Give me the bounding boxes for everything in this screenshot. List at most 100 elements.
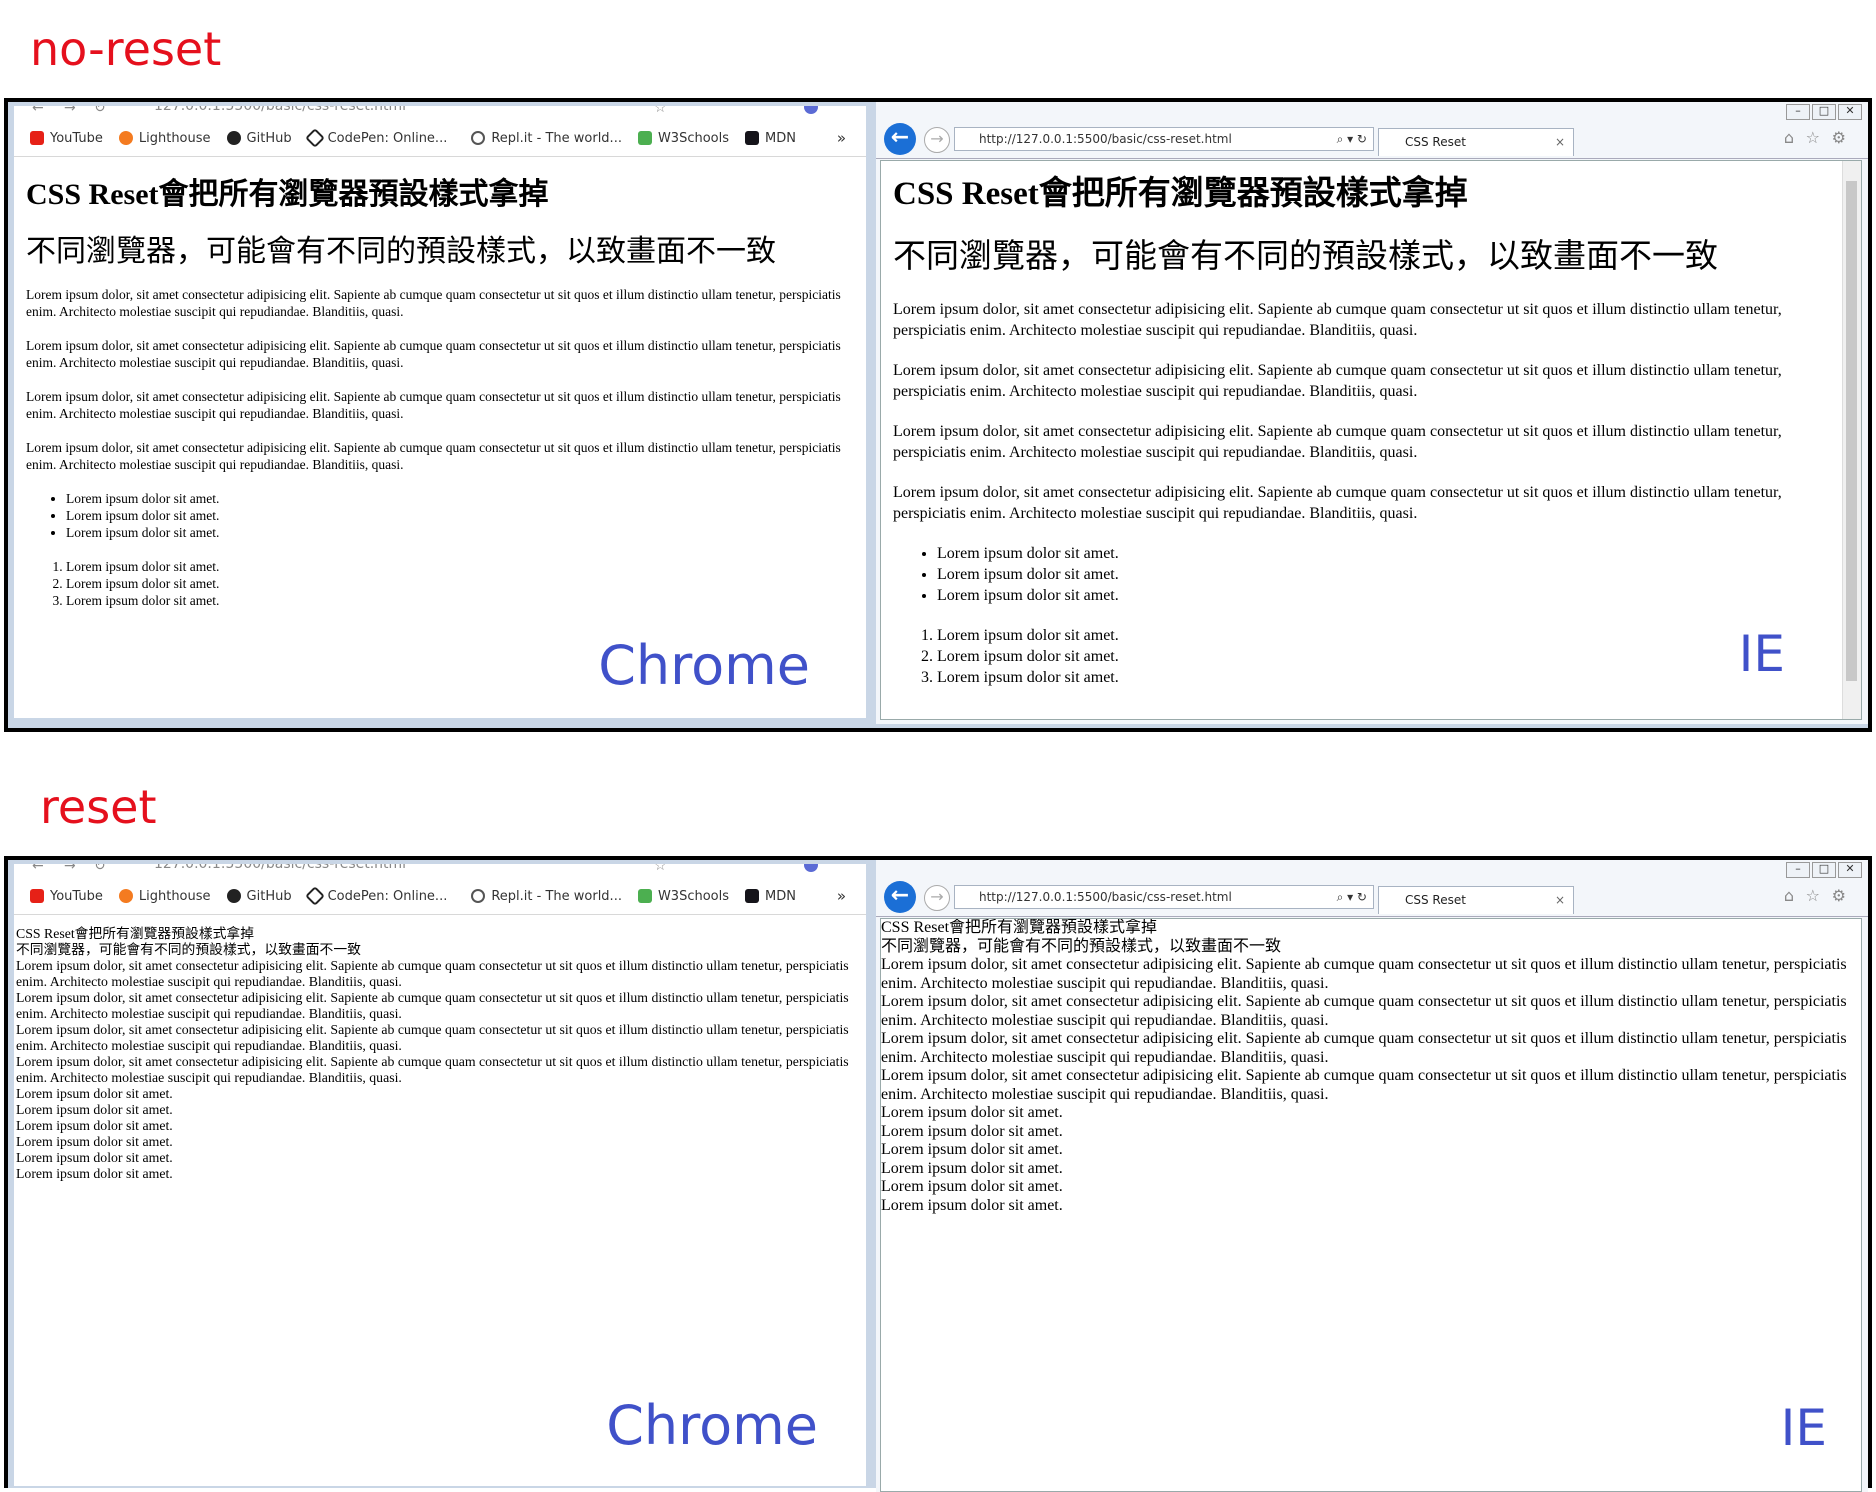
bookmark-replit[interactable]: Repl.it - The world... xyxy=(471,131,622,146)
avatar[interactable] xyxy=(804,864,818,872)
paragraph: Lorem ipsum dolor, sit amet consectetur … xyxy=(893,301,1782,339)
bookmarks-bar: YouTube Lighthouse GitHub CodePen: Onlin… xyxy=(14,878,866,915)
back-icon[interactable]: ← xyxy=(884,123,916,155)
paragraph: Lorem ipsum dolor, sit amet consectetur … xyxy=(16,1022,849,1053)
ie-navigation-bar: ← → http://127.0.0.1:5500/basic/css-rese… xyxy=(876,120,1868,159)
paragraph: Lorem ipsum dolor, sit amet consectetur … xyxy=(16,1054,849,1085)
bookmarks-more-icon[interactable]: » xyxy=(837,129,846,147)
home-icon[interactable]: ⌂ xyxy=(1784,886,1794,905)
list-item: Lorem ipsum dolor sit amet. xyxy=(937,543,1833,564)
bookmark-lighthouse[interactable]: Lighthouse xyxy=(118,130,211,146)
chrome-window-reset: ← → ↻ 127.0.0.1:5500/basic/css-reset.htm… xyxy=(14,864,866,1486)
address-bar[interactable]: 127.0.0.1:5500/basic/css-reset.html xyxy=(154,106,406,114)
close-icon[interactable]: ✕ xyxy=(1838,104,1862,120)
bookmark-replit[interactable]: Repl.it - The world... xyxy=(471,889,622,904)
bookmark-mdn[interactable]: MDN xyxy=(745,889,796,904)
vertical-scrollbar[interactable] xyxy=(1842,161,1861,719)
paragraph: Lorem ipsum dolor, sit amet consectetur … xyxy=(881,1030,1847,1066)
home-icon[interactable]: ⌂ xyxy=(1784,128,1794,147)
bookmark-label: Repl.it - The world... xyxy=(491,888,622,904)
chrome-page-content: CSS Reset會把所有瀏覽器預設樣式拿掉 不同瀏覽器，可能會有不同的預設樣式… xyxy=(26,176,856,609)
reset-frame: ← → ↻ 127.0.0.1:5500/basic/css-reset.htm… xyxy=(4,856,1872,1492)
bullet-list: Lorem ipsum dolor sit amet. Lorem ipsum … xyxy=(893,543,1833,606)
forward-icon[interactable]: → xyxy=(64,106,76,116)
list-item: Lorem ipsum dolor sit amet. xyxy=(16,1118,173,1133)
bookmark-label: Lighthouse xyxy=(138,130,211,146)
mdn-icon xyxy=(745,131,760,145)
paragraph: Lorem ipsum dolor, sit amet consectetur … xyxy=(893,362,1782,400)
list-item: Lorem ipsum dolor sit amet. xyxy=(66,575,856,592)
chrome-watermark: Chrome xyxy=(606,1394,818,1457)
scrollbar-thumb[interactable] xyxy=(1846,181,1857,681)
page-subheading: 不同瀏覽器，可能會有不同的預設樣式，以致畫面不一致 xyxy=(881,937,1282,955)
settings-gear-icon[interactable]: ⚙ xyxy=(1832,128,1846,147)
bookmarks-bar: YouTube Lighthouse GitHub CodePen: Onlin… xyxy=(14,120,866,157)
bookmark-lighthouse[interactable]: Lighthouse xyxy=(118,888,211,904)
tab-css-reset[interactable]: CSS Reset × xyxy=(1378,128,1574,156)
forward-icon[interactable]: → xyxy=(64,864,76,874)
back-icon[interactable]: ← xyxy=(32,864,44,874)
bookmark-w3schools[interactable]: W3Schools xyxy=(637,131,729,146)
lighthouse-icon xyxy=(118,889,133,903)
bookmark-label: Lighthouse xyxy=(138,888,211,904)
back-icon[interactable]: ← xyxy=(32,106,44,116)
tab-close-icon[interactable]: × xyxy=(1555,887,1565,913)
maximize-icon[interactable]: □ xyxy=(1812,862,1836,878)
ie-viewport: CSS Reset會把所有瀏覽器預設樣式拿掉 不同瀏覽器，可能會有不同的預設樣式… xyxy=(880,160,1862,720)
star-icon[interactable]: ☆ xyxy=(654,864,667,874)
list-item: Lorem ipsum dolor sit amet. xyxy=(66,490,856,507)
tab-css-reset[interactable]: CSS Reset × xyxy=(1378,886,1574,914)
bookmark-label: GitHub xyxy=(246,888,292,904)
favorites-star-icon[interactable]: ☆ xyxy=(1806,886,1820,905)
bookmark-codepen[interactable]: CodePen: Online... xyxy=(304,128,447,148)
no-reset-frame: ← → ↻ 127.0.0.1:5500/basic/css-reset.htm… xyxy=(4,98,1872,732)
address-text: http://127.0.0.1:5500/basic/css-reset.ht… xyxy=(979,132,1232,146)
lighthouse-icon xyxy=(118,131,133,145)
address-bar[interactable]: 127.0.0.1:5500/basic/css-reset.html xyxy=(154,864,406,872)
bookmark-youtube[interactable]: YouTube xyxy=(30,131,103,146)
bookmark-github[interactable]: GitHub xyxy=(226,131,292,146)
youtube-icon xyxy=(30,131,44,145)
address-bar[interactable]: http://127.0.0.1:5500/basic/css-reset.ht… xyxy=(954,885,1374,909)
bookmark-mdn[interactable]: MDN xyxy=(745,131,796,146)
maximize-icon[interactable]: □ xyxy=(1812,104,1836,120)
bookmark-github[interactable]: GitHub xyxy=(226,888,292,904)
minimize-icon[interactable]: – xyxy=(1786,862,1810,878)
avatar[interactable] xyxy=(804,106,818,114)
bookmark-label: CodePen: Online... xyxy=(327,888,448,904)
tab-close-icon[interactable]: × xyxy=(1555,129,1565,155)
list-item: Lorem ipsum dolor sit amet. xyxy=(937,646,1833,667)
list-item: Lorem ipsum dolor sit amet. xyxy=(881,1122,1063,1140)
ie-viewport: CSS Reset會把所有瀏覽器預設樣式拿掉 不同瀏覽器，可能會有不同的預設樣式… xyxy=(880,918,1862,1492)
favorites-star-icon[interactable]: ☆ xyxy=(1806,128,1820,147)
paragraph: Lorem ipsum dolor, sit amet consectetur … xyxy=(26,338,841,370)
reload-icon[interactable]: ↻ xyxy=(94,106,106,116)
list-item: Lorem ipsum dolor sit amet. xyxy=(881,1159,1063,1177)
settings-gear-icon[interactable]: ⚙ xyxy=(1832,886,1846,905)
forward-icon[interactable]: → xyxy=(924,127,950,153)
search-refresh-icon[interactable]: ⌕ ▾ ↻ xyxy=(1337,128,1367,150)
search-refresh-icon[interactable]: ⌕ ▾ ↻ xyxy=(1337,886,1367,908)
page-heading: CSS Reset會把所有瀏覽器預設樣式拿掉 xyxy=(893,176,1468,212)
bookmark-label: MDN xyxy=(765,888,796,904)
address-bar[interactable]: http://127.0.0.1:5500/basic/css-reset.ht… xyxy=(954,127,1374,151)
forward-icon[interactable]: → xyxy=(924,885,950,911)
list-item: Lorem ipsum dolor sit amet. xyxy=(937,667,1833,688)
minimize-icon[interactable]: – xyxy=(1786,104,1810,120)
chrome-toolbar: ← → ↻ 127.0.0.1:5500/basic/css-reset.htm… xyxy=(14,106,866,120)
chrome-window-no-reset: ← → ↻ 127.0.0.1:5500/basic/css-reset.htm… xyxy=(14,106,866,718)
close-icon[interactable]: ✕ xyxy=(1838,862,1862,878)
bookmarks-more-icon[interactable]: » xyxy=(837,887,846,905)
bookmark-codepen[interactable]: CodePen: Online... xyxy=(304,886,448,906)
back-icon[interactable]: ← xyxy=(884,881,916,913)
numbered-list: Lorem ipsum dolor sit amet. Lorem ipsum … xyxy=(26,558,856,609)
paragraph: Lorem ipsum dolor, sit amet consectetur … xyxy=(881,993,1847,1029)
ie-page-content-reset: CSS Reset會把所有瀏覽器預設樣式拿掉 不同瀏覽器，可能會有不同的預設樣式… xyxy=(881,919,1861,1215)
reload-icon[interactable]: ↻ xyxy=(94,864,106,874)
reset-label: reset xyxy=(40,780,157,834)
page-subheading: 不同瀏覽器，可能會有不同的預設樣式，以致畫面不一致 xyxy=(893,239,1718,275)
bookmark-youtube[interactable]: YouTube xyxy=(30,889,103,904)
star-icon[interactable]: ☆ xyxy=(654,106,667,116)
bookmark-w3schools[interactable]: W3Schools xyxy=(637,889,729,904)
tab-title: CSS Reset xyxy=(1405,135,1466,149)
